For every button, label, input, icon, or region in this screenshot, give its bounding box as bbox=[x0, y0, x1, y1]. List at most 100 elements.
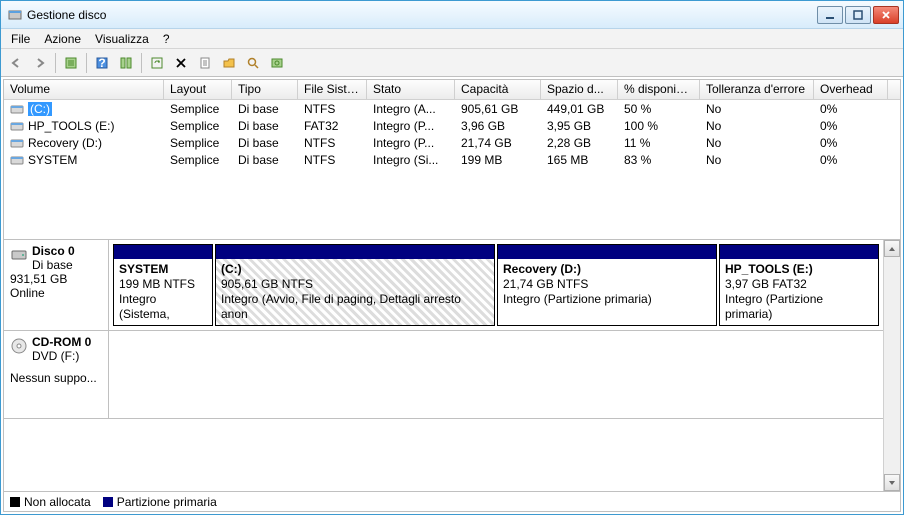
legend-primary: Partizione primaria bbox=[103, 495, 217, 509]
partition[interactable]: SYSTEM199 MB NTFSIntegro (Sistema, bbox=[113, 244, 213, 326]
cell-volume: HP_TOOLS (E:) bbox=[4, 118, 164, 134]
legend-unalloc: Non allocata bbox=[10, 495, 91, 509]
swatch-unalloc bbox=[10, 497, 20, 507]
toolbar: ? bbox=[1, 49, 903, 77]
partition-status: Integro (Partizione primaria) bbox=[725, 292, 873, 322]
cell-ovh: 0% bbox=[814, 152, 888, 168]
cell-toll: No bbox=[700, 152, 814, 168]
disk-partitions: SYSTEM199 MB NTFSIntegro (Sistema,(C:)90… bbox=[109, 240, 883, 330]
svg-text:?: ? bbox=[98, 56, 105, 70]
cell-toll: No bbox=[700, 118, 814, 134]
cell-spaz: 449,01 GB bbox=[541, 101, 618, 117]
col-fs[interactable]: File Sistema bbox=[298, 80, 367, 99]
cell-cap: 3,96 GB bbox=[455, 118, 541, 134]
disk-row-disk0[interactable]: Disco 0 Di base 931,51 GB Online SYSTEM1… bbox=[4, 240, 883, 331]
window-title: Gestione disco bbox=[27, 8, 817, 22]
cell-toll: No bbox=[700, 101, 814, 117]
disk-size: 931,51 GB bbox=[10, 272, 102, 286]
col-volume[interactable]: Volume bbox=[4, 80, 164, 99]
cell-stato: Integro (A... bbox=[367, 101, 455, 117]
find-button[interactable] bbox=[242, 52, 264, 74]
cell-ovh: 0% bbox=[814, 101, 888, 117]
volume-row[interactable]: Recovery (D:)SempliceDi baseNTFSIntegro … bbox=[4, 134, 900, 151]
cell-fs: NTFS bbox=[298, 101, 367, 117]
col-spazio[interactable]: Spazio d... bbox=[541, 80, 618, 99]
app-icon bbox=[7, 7, 23, 23]
vertical-scrollbar[interactable] bbox=[883, 240, 900, 491]
cell-tipo: Di base bbox=[232, 101, 298, 117]
partition-name: HP_TOOLS (E:) bbox=[725, 262, 873, 277]
partition-size: 3,97 GB FAT32 bbox=[725, 277, 873, 292]
help-button[interactable]: ? bbox=[91, 52, 113, 74]
cell-perc: 11 % bbox=[618, 135, 700, 151]
refresh-button[interactable] bbox=[146, 52, 168, 74]
cell-layout: Semplice bbox=[164, 152, 232, 168]
minimize-button[interactable] bbox=[817, 6, 843, 24]
partition-stripe bbox=[498, 245, 716, 259]
cell-stato: Integro (P... bbox=[367, 118, 455, 134]
close-button[interactable] bbox=[873, 6, 899, 24]
scroll-down-button[interactable] bbox=[884, 474, 900, 491]
disk-info: Disco 0 Di base 931,51 GB Online bbox=[4, 240, 109, 330]
cell-spaz: 165 MB bbox=[541, 152, 618, 168]
menu-azione[interactable]: Azione bbox=[38, 30, 87, 48]
nav-forward-button[interactable] bbox=[29, 52, 51, 74]
cell-perc: 83 % bbox=[618, 152, 700, 168]
partition-name: (C:) bbox=[221, 262, 489, 277]
properties-button[interactable] bbox=[194, 52, 216, 74]
titlebar[interactable]: Gestione disco bbox=[1, 1, 903, 29]
partition-size: 905,61 GB NTFS bbox=[221, 277, 489, 292]
cell-tipo: Di base bbox=[232, 152, 298, 168]
cell-toll: No bbox=[700, 135, 814, 151]
open-button[interactable] bbox=[218, 52, 240, 74]
partition[interactable]: HP_TOOLS (E:)3,97 GB FAT32Integro (Parti… bbox=[719, 244, 879, 326]
col-stato[interactable]: Stato bbox=[367, 80, 455, 99]
cell-layout: Semplice bbox=[164, 118, 232, 134]
delete-button[interactable] bbox=[170, 52, 192, 74]
partition-stripe bbox=[114, 245, 212, 259]
cdrom-icon bbox=[10, 337, 28, 358]
volume-row[interactable]: SYSTEMSempliceDi baseNTFSIntegro (Si...1… bbox=[4, 151, 900, 168]
layout-button[interactable] bbox=[115, 52, 137, 74]
disk-pane: Disco 0 Di base 931,51 GB Online SYSTEM1… bbox=[4, 240, 883, 491]
menu-visualizza[interactable]: Visualizza bbox=[89, 30, 155, 48]
partition-status: Integro (Sistema, bbox=[119, 292, 207, 322]
nav-back-button[interactable] bbox=[5, 52, 27, 74]
partition-name: SYSTEM bbox=[119, 262, 207, 277]
cell-cap: 199 MB bbox=[455, 152, 541, 168]
swatch-primary bbox=[103, 497, 113, 507]
cell-cap: 21,74 GB bbox=[455, 135, 541, 151]
partition-size: 21,74 GB NTFS bbox=[503, 277, 711, 292]
scroll-up-button[interactable] bbox=[884, 240, 900, 257]
volume-row[interactable]: (C:)SempliceDi baseNTFSIntegro (A...905,… bbox=[4, 100, 900, 117]
col-tipo[interactable]: Tipo bbox=[232, 80, 298, 99]
disk-row-cdrom[interactable]: CD-ROM 0 DVD (F:) Nessun suppo... bbox=[4, 331, 883, 419]
col-ovh[interactable]: Overhead bbox=[814, 80, 888, 99]
menu-help[interactable]: ? bbox=[157, 30, 176, 48]
cell-fs: NTFS bbox=[298, 152, 367, 168]
cell-stato: Integro (Si... bbox=[367, 152, 455, 168]
partition[interactable]: (C:)905,61 GB NTFSIntegro (Avvio, File d… bbox=[215, 244, 495, 326]
toolbar-sep bbox=[86, 53, 87, 73]
cell-perc: 50 % bbox=[618, 101, 700, 117]
partition[interactable]: Recovery (D:)21,74 GB NTFSIntegro (Parti… bbox=[497, 244, 717, 326]
volume-list-body[interactable]: (C:)SempliceDi baseNTFSIntegro (A...905,… bbox=[4, 100, 900, 239]
partition-stripe bbox=[720, 245, 878, 259]
volume-row[interactable]: HP_TOOLS (E:)SempliceDi baseFAT32Integro… bbox=[4, 117, 900, 134]
maximize-button[interactable] bbox=[845, 6, 871, 24]
partition-size: 199 MB NTFS bbox=[119, 277, 207, 292]
col-toll[interactable]: Tolleranza d'errore bbox=[700, 80, 814, 99]
cell-spaz: 2,28 GB bbox=[541, 135, 618, 151]
menu-file[interactable]: File bbox=[5, 30, 36, 48]
cell-volume: (C:) bbox=[4, 101, 164, 117]
partition-status: Integro (Avvio, File di paging, Dettagli… bbox=[221, 292, 489, 322]
cell-layout: Semplice bbox=[164, 101, 232, 117]
menubar: File Azione Visualizza ? bbox=[1, 29, 903, 49]
col-capacita[interactable]: Capacità bbox=[455, 80, 541, 99]
settings-button[interactable] bbox=[266, 52, 288, 74]
cell-ovh: 0% bbox=[814, 118, 888, 134]
col-perc[interactable]: % disponibile bbox=[618, 80, 700, 99]
col-layout[interactable]: Layout bbox=[164, 80, 232, 99]
volume-list-header[interactable]: Volume Layout Tipo File Sistema Stato Ca… bbox=[4, 80, 900, 100]
view-list-button[interactable] bbox=[60, 52, 82, 74]
